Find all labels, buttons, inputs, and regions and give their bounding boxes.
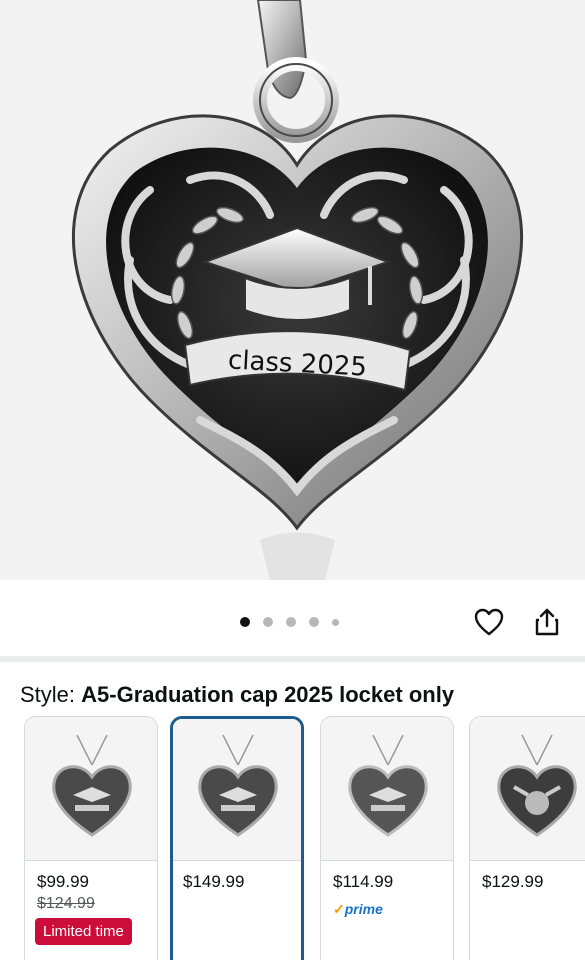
variant-thumbnail xyxy=(25,717,157,861)
prime-check-icon: ✓ xyxy=(333,901,345,917)
share-button[interactable] xyxy=(529,604,565,640)
product-image[interactable]: class 2025 xyxy=(0,0,585,580)
heart-outline-icon xyxy=(474,608,504,636)
prime-label: prime xyxy=(344,901,383,917)
variant-tile-4[interactable]: $129.99 xyxy=(469,716,585,960)
style-selected-value: A5-Graduation cap 2025 locket only xyxy=(81,682,455,707)
variant-tile-3[interactable]: $114.99 ✓prime xyxy=(320,716,454,960)
variant-price: $149.99 xyxy=(183,872,245,891)
gallery-dot-5[interactable] xyxy=(332,618,339,626)
gallery-dot-1[interactable] xyxy=(240,617,250,627)
variant-tile-2-selected[interactable]: $149.99 xyxy=(170,716,304,960)
gallery-dot-3[interactable] xyxy=(286,617,296,627)
variant-price: $99.99 xyxy=(37,872,89,891)
variant-thumbnail xyxy=(321,717,453,861)
section-divider xyxy=(0,656,585,662)
variant-thumbnail xyxy=(173,719,301,861)
style-label-prefix: Style: xyxy=(20,682,76,707)
prime-badge: ✓prime xyxy=(333,901,383,918)
variant-tile-1[interactable]: $99.99 $124.99 Limited time xyxy=(24,716,158,960)
wishlist-button[interactable] xyxy=(471,604,507,640)
gallery-dot-4[interactable] xyxy=(309,617,319,627)
share-icon xyxy=(535,608,559,636)
heart-locket-illustration: class 2025 xyxy=(72,0,523,580)
gallery-pagination[interactable] xyxy=(240,617,339,627)
variant-list-price: $124.99 xyxy=(37,895,95,912)
style-selector-label: Style: A5-Graduation cap 2025 locket onl… xyxy=(20,682,454,708)
variant-price: $129.99 xyxy=(482,872,544,891)
gallery-dot-2[interactable] xyxy=(263,617,273,627)
deal-badge: Limited time xyxy=(35,918,132,945)
variant-thumbnail xyxy=(470,717,585,861)
variant-price: $114.99 xyxy=(333,872,394,891)
